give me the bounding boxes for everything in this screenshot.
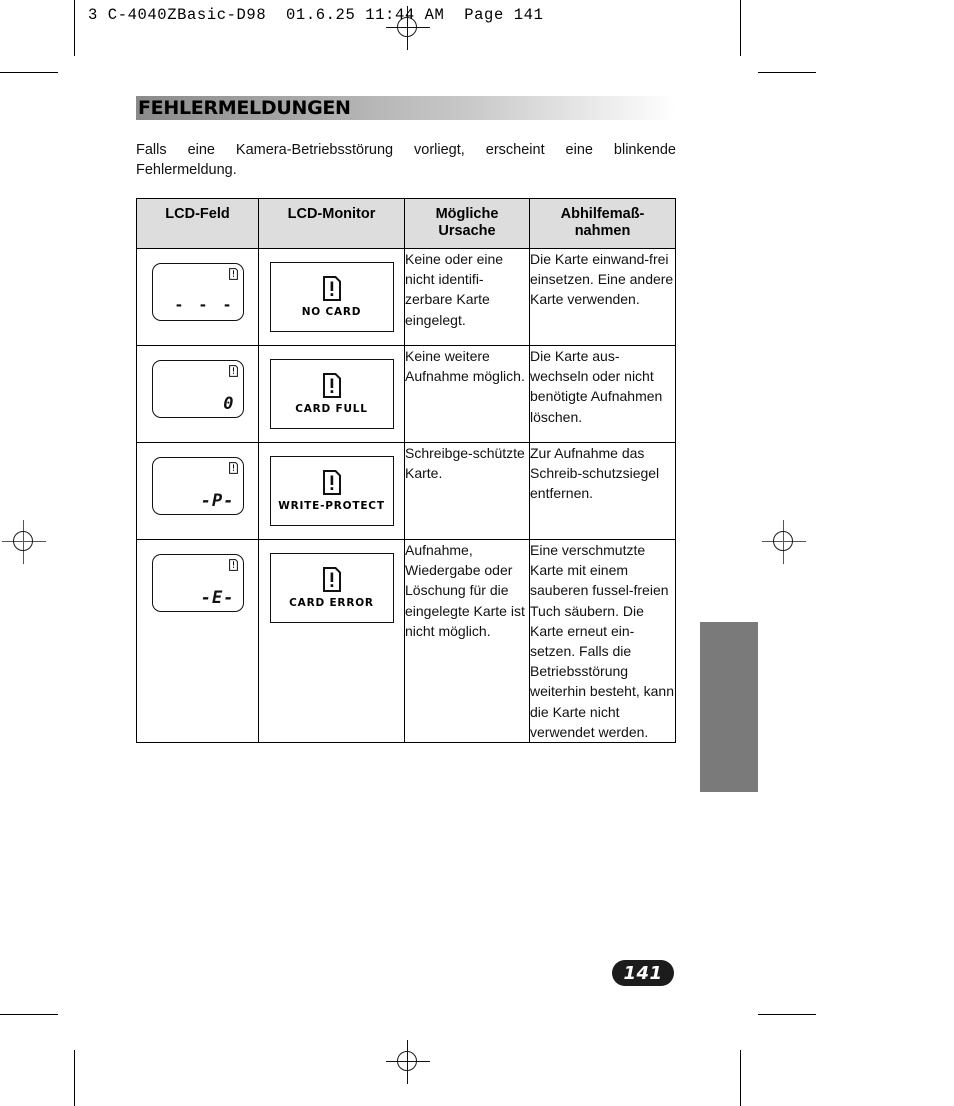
page-title: FEHLERMELDUNGEN — [138, 97, 351, 119]
remedy-cell: Zur Aufnahme das Schreib-schutzsiegel en… — [529, 442, 676, 540]
crop-mark-top-right-vertical — [740, 0, 741, 56]
intro-line-1: Falls eine Kamera-Betriebsstörung vorlie… — [136, 142, 676, 158]
intro-line-2: Fehlermeldung. — [136, 162, 237, 178]
lcd-monitor-cell: NO CARD — [258, 248, 405, 346]
card-warning-icon — [228, 559, 238, 571]
lcd-monitor-graphic: CARD ERROR — [269, 553, 394, 623]
crop-mark-bottom-right-vertical — [740, 1050, 741, 1106]
table-row: -E- CARD ERROR Aufnahme, Wiedergabe oder… — [136, 538, 676, 744]
cause-cell: Schreibge-schützte Karte. — [404, 442, 530, 540]
cause-cell: Keine weitere Aufnahme möglich. — [404, 345, 530, 443]
lcd-panel-graphic: - - - — [151, 263, 244, 321]
chapter-thumb-tab — [700, 622, 758, 792]
crop-mark-top-left-horizontal — [0, 72, 58, 73]
table-row: - - - NO CARD Keine oder eine nicht iden… — [136, 248, 676, 346]
registration-mark-bottom-center — [386, 1040, 430, 1084]
registration-circle — [13, 531, 33, 551]
lcd-field-value: - - - — [174, 296, 235, 314]
column-header-remedy-line-2: nahmen — [574, 223, 631, 239]
crop-mark-bottom-right-horizontal — [758, 1014, 816, 1015]
registration-mark-left-center — [2, 520, 46, 564]
column-header-cause-line-1: Mögliche — [435, 206, 499, 222]
card-warning-icon — [228, 365, 238, 377]
remedy-cell: Eine verschmutzte Karte mit einem sauber… — [529, 538, 676, 744]
lcd-panel-graphic: -P- — [151, 457, 244, 515]
lcd-panel-graphic: -E- — [151, 554, 244, 612]
lcd-field-value: -P- — [200, 491, 235, 511]
lcd-field-cell: - - - — [136, 248, 259, 346]
crop-mark-bottom-left-horizontal — [0, 1014, 58, 1015]
intro-paragraph: Falls eine Kamera-Betriebsstörung vorlie… — [136, 140, 676, 180]
registration-circle — [773, 531, 793, 551]
lcd-monitor-cell: CARD ERROR — [258, 538, 405, 744]
column-header-remedy: Abhilfemaß- nahmen — [529, 198, 676, 249]
lcd-field-cell: -P- — [136, 442, 259, 540]
crop-mark-bottom-left-vertical — [74, 1050, 75, 1106]
page-content: FEHLERMELDUNGEN Falls eine Kamera-Betrie… — [136, 96, 676, 744]
card-warning-icon — [322, 276, 341, 301]
registration-mark-right-center — [762, 520, 806, 564]
table-row: -P- WRITE-PROTECT Schreibge-schützte Kar… — [136, 442, 676, 540]
lcd-field-value: 0 — [223, 394, 235, 414]
section-title-bar: FEHLERMELDUNGEN — [136, 96, 676, 120]
lcd-field-cell: -E- — [136, 538, 259, 744]
column-header-lcd-feld: LCD-Feld — [136, 198, 259, 249]
cause-cell: Aufnahme, Wiedergabe oder Löschung für d… — [404, 538, 530, 744]
card-warning-icon — [322, 470, 341, 495]
column-header-remedy-line-1: Abhilfemaß- — [560, 206, 645, 222]
lcd-monitor-cell: WRITE-PROTECT — [258, 442, 405, 540]
lcd-monitor-graphic: WRITE-PROTECT — [269, 456, 394, 526]
lcd-monitor-graphic: NO CARD — [269, 262, 394, 332]
page-number-badge: 141 — [612, 960, 674, 986]
lcd-monitor-graphic: CARD FULL — [269, 359, 394, 429]
lcd-monitor-message: CARD FULL — [295, 403, 368, 415]
column-header-cause: Mögliche Ursache — [404, 198, 530, 249]
table-row: 0 CARD FULL Keine weitere Aufnahme mögli… — [136, 345, 676, 443]
lcd-field-cell: 0 — [136, 345, 259, 443]
card-warning-icon — [322, 567, 341, 592]
card-warning-icon — [228, 462, 238, 474]
lcd-monitor-cell: CARD FULL — [258, 345, 405, 443]
printer-running-header: 3 C-4040ZBasic-D98 01.6.25 11:44 AM Page… — [88, 6, 544, 24]
error-messages-table: LCD-Feld LCD-Monitor Mögliche Ursache Ab… — [136, 198, 676, 744]
lcd-field-value: -E- — [200, 588, 235, 608]
lcd-monitor-message: CARD ERROR — [289, 597, 374, 609]
column-header-cause-line-2: Ursache — [438, 223, 496, 239]
table-header-row: LCD-Feld LCD-Monitor Mögliche Ursache Ab… — [136, 198, 676, 249]
registration-circle — [397, 1051, 417, 1071]
crop-mark-top-right-horizontal — [758, 72, 816, 73]
card-warning-icon — [322, 373, 341, 398]
lcd-panel-graphic: 0 — [151, 360, 244, 418]
crop-mark-top-left-vertical — [74, 0, 75, 56]
card-warning-icon — [228, 268, 238, 280]
remedy-cell: Die Karte aus-wechseln oder nicht benöti… — [529, 345, 676, 443]
cause-cell: Keine oder eine nicht identifi-zerbare K… — [404, 248, 530, 346]
lcd-monitor-message: NO CARD — [301, 306, 362, 318]
lcd-monitor-message: WRITE-PROTECT — [278, 500, 385, 512]
column-header-lcd-monitor: LCD-Monitor — [258, 198, 405, 249]
remedy-cell: Die Karte einwand-frei einsetzen. Eine a… — [529, 248, 676, 346]
